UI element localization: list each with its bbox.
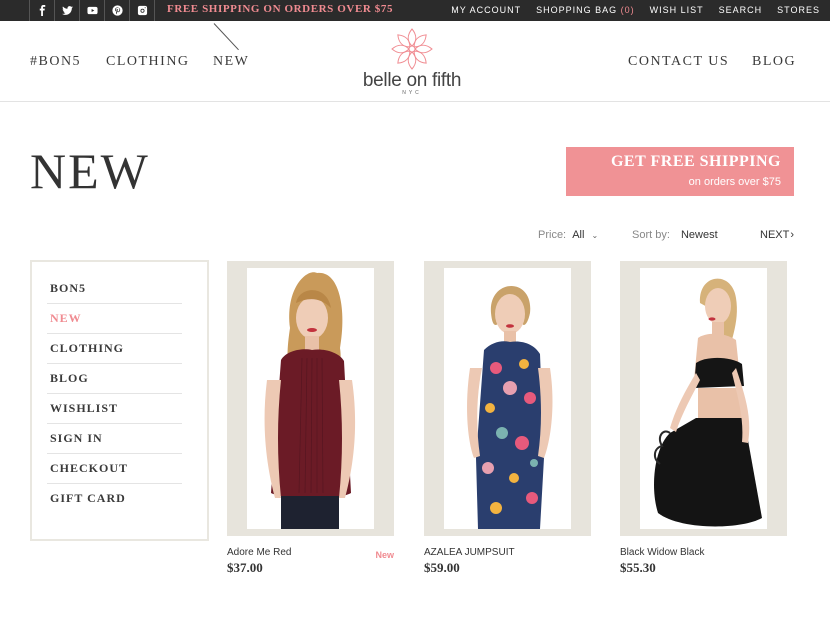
sidebar-item-blog[interactable]: BLOG (47, 364, 182, 394)
pinterest-icon[interactable] (105, 0, 130, 21)
my-account-link[interactable]: MY ACCOUNT (451, 5, 521, 15)
nav-new[interactable]: NEW (213, 54, 249, 70)
social-links (29, 0, 155, 21)
product-frame (227, 261, 394, 536)
product-card[interactable]: Black Widow Black $55.30 (620, 261, 787, 575)
youtube-icon[interactable] (80, 0, 105, 21)
search-link[interactable]: SEARCH (719, 5, 763, 15)
free-shipping-banner[interactable]: GET FREE SHIPPING on orders over $75 (566, 147, 794, 196)
product-frame (620, 261, 787, 536)
shopping-bag-link[interactable]: SHOPPING BAG (0) (536, 5, 635, 15)
product-frame (424, 261, 591, 536)
product-image[interactable] (444, 268, 571, 529)
product-card[interactable]: AZALEA JUMPSUIT $59.00 (424, 261, 591, 575)
sort-label: Sort by: (632, 229, 670, 241)
bag-count: (0) (620, 5, 635, 15)
top-bar: FREE SHIPPING ON ORDERS OVER $75 MY ACCO… (0, 0, 830, 21)
sidebar-item-checkout[interactable]: CHECKOUT (47, 454, 182, 484)
banner-sub: on orders over $75 (688, 176, 781, 188)
sidebar-item-wishlist[interactable]: WISHLIST (47, 394, 182, 424)
shopping-bag-label: SHOPPING BAG (536, 5, 618, 15)
product-image[interactable] (247, 268, 374, 529)
price-label: Price: (538, 229, 567, 241)
twitter-icon[interactable] (55, 0, 80, 21)
top-links: MY ACCOUNT SHOPPING BAG (0) WISH LIST SE… (451, 5, 820, 15)
logo-wordmark: belle on fifth (362, 70, 462, 91)
logo[interactable]: belle on fifth NYC (360, 26, 464, 98)
instagram-icon[interactable] (130, 0, 155, 21)
nav-bon5[interactable]: #BON5 (30, 54, 81, 70)
banner-headline: GET FREE SHIPPING (610, 153, 781, 170)
sidebar-item-sign-in[interactable]: SIGN IN (47, 424, 182, 454)
chevron-right-icon: › (790, 229, 795, 241)
sidebar-item-new[interactable]: NEW (47, 304, 182, 334)
product-card[interactable]: Adore Me Red New $37.00 (227, 261, 394, 575)
sidebar-item-bon5[interactable]: BON5 (47, 274, 182, 304)
product-price: $37.00 (227, 560, 263, 575)
sidebar-item-clothing[interactable]: CLOTHING (47, 334, 182, 364)
product-name[interactable]: Adore Me Red (227, 547, 291, 558)
sort-filter[interactable]: Sort by: Newest (632, 229, 718, 241)
sidebar-item-gift-card[interactable]: GIFT CARD (47, 484, 182, 513)
price-filter[interactable]: Price: All ⌄ (538, 229, 598, 241)
product-name[interactable]: AZALEA JUMPSUIT (424, 547, 515, 558)
product-image[interactable] (640, 268, 767, 529)
price-value: All (572, 229, 585, 241)
lotus-icon (391, 28, 433, 70)
nav-new-slash (213, 23, 239, 51)
nav-clothing[interactable]: CLOTHING (106, 54, 190, 70)
nav-contact-us[interactable]: CONTACT US (628, 54, 729, 70)
product-price: $55.30 (620, 560, 656, 575)
product-name[interactable]: Black Widow Black (620, 547, 704, 558)
page-title: NEW (30, 143, 150, 199)
product-price: $59.00 (424, 560, 460, 575)
sort-value: Newest (680, 229, 718, 241)
next-label: NEXT (760, 229, 790, 241)
facebook-icon[interactable] (29, 0, 55, 21)
sidebar-menu: BON5 NEW CLOTHING BLOG WISHLIST SIGN IN … (30, 260, 209, 541)
free-shipping-promo: FREE SHIPPING ON ORDERS OVER $75 (167, 3, 394, 15)
nav-blog[interactable]: BLOG (752, 54, 796, 70)
next-link[interactable]: NEXT› (760, 229, 794, 241)
new-badge: New (375, 550, 394, 560)
chevron-down-icon: ⌄ (591, 231, 599, 240)
stores-link[interactable]: STORES (777, 5, 820, 15)
wish-list-link[interactable]: WISH LIST (650, 5, 704, 15)
